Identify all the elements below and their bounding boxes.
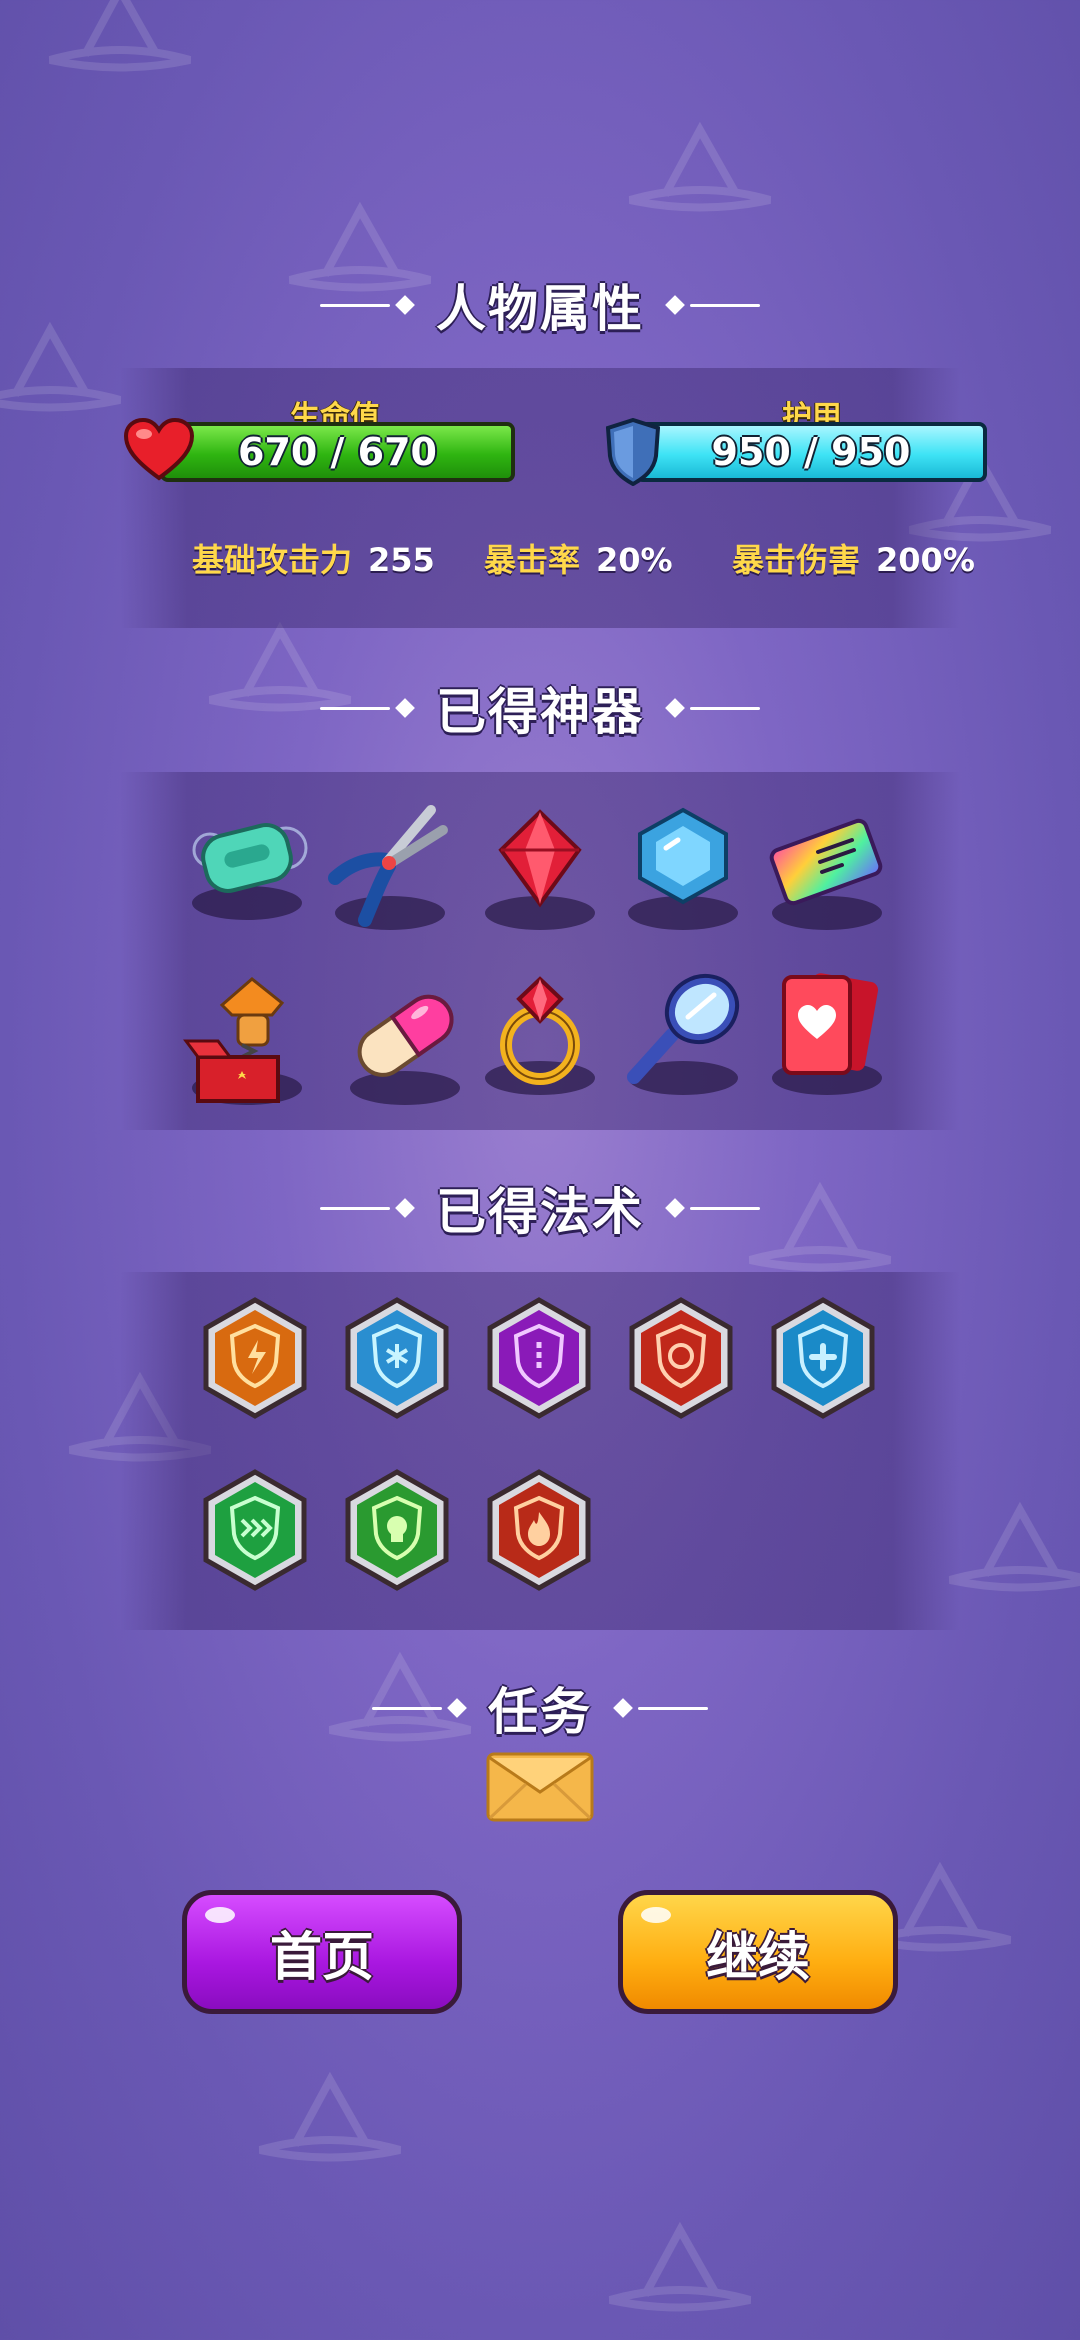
envelope-icon[interactable] [486, 1752, 594, 1822]
home-button-label: 首页 [269, 1927, 374, 1988]
arcane-shield-icon[interactable] [484, 1296, 594, 1420]
crit-damage-value: 200% [876, 541, 975, 579]
artifacts-section-title: 已得神器 [0, 668, 1080, 748]
continue-button-label: 继续 [705, 1927, 810, 1988]
attributes-title-text: 人物属性 [436, 280, 644, 338]
quest-section-title: 任务 [0, 1668, 1080, 1748]
armor-value: 950 / 950 [711, 430, 911, 474]
crit-rate-stat: 暴击率 20% [484, 535, 673, 581]
spells-title-text: 已得法术 [436, 1183, 644, 1241]
attributes-section-title: 人物属性 [0, 265, 1080, 345]
shield-icon [606, 418, 660, 486]
home-button[interactable]: 首页 [182, 1890, 462, 2014]
base-attack-stat: 基础攻击力 255 [192, 535, 435, 581]
ruby-ring-icon[interactable] [475, 965, 605, 1095]
flame-shield-icon[interactable] [484, 1468, 594, 1592]
pliers-icon[interactable] [325, 800, 455, 930]
wizard-hat-pattern-icon [948, 1501, 1080, 1592]
wizard-hat-pattern-icon [48, 0, 192, 72]
speed-shield-icon[interactable] [200, 1468, 310, 1592]
continue-button[interactable]: 继续 [618, 1890, 898, 2014]
lightning-shield-icon[interactable] [200, 1296, 310, 1420]
crit-damage-stat: 暴击伤害 200% [732, 535, 975, 581]
artifacts-title-text: 已得神器 [436, 683, 644, 741]
health-bar: 670 / 670 [160, 422, 515, 482]
blue-gem-icon[interactable] [618, 800, 748, 930]
soap-icon[interactable] [182, 790, 312, 920]
poison-shield-icon[interactable] [342, 1468, 452, 1592]
quest-title-text: 任务 [488, 1683, 592, 1741]
spells-section-title: 已得法术 [0, 1168, 1080, 1248]
crit-rate-label: 暴击率 [484, 541, 581, 579]
crit-damage-label: 暴击伤害 [732, 541, 861, 579]
wizard-hat-pattern-icon [258, 2071, 402, 2162]
armor-bar: 950 / 950 [635, 422, 987, 482]
fire-ring-shield-icon[interactable] [626, 1296, 736, 1420]
frost-shield-icon[interactable] [342, 1296, 452, 1420]
base-attack-value: 255 [368, 541, 435, 579]
crit-rate-value: 20% [596, 541, 673, 579]
pill-icon[interactable] [340, 975, 470, 1105]
base-attack-label: 基础攻击力 [192, 541, 353, 579]
jack-in-the-box-icon[interactable] [182, 975, 312, 1105]
health-value: 670 / 670 [238, 430, 437, 474]
heal-shield-icon[interactable] [768, 1296, 878, 1420]
wizard-hat-pattern-icon [628, 121, 772, 212]
red-gem-icon[interactable] [475, 800, 605, 930]
ticket-icon[interactable] [762, 800, 892, 930]
hand-mirror-icon[interactable] [618, 965, 748, 1095]
wizard-hat-pattern-icon [608, 2221, 752, 2312]
heart-icon [124, 418, 194, 481]
heart-card-icon[interactable] [762, 965, 892, 1095]
